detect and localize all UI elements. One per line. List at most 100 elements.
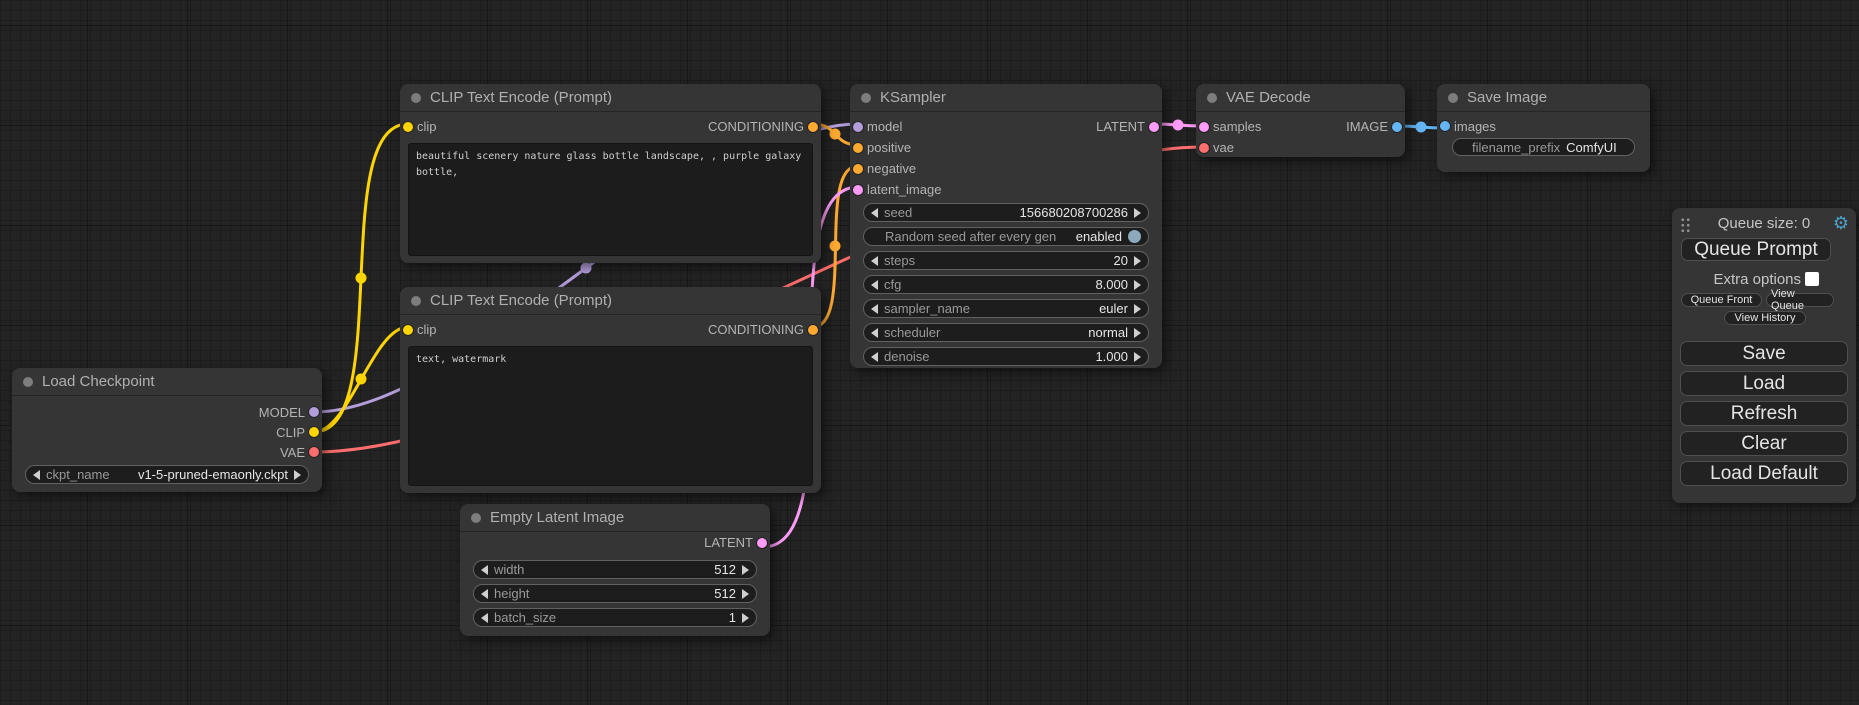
decrement-arrow-icon[interactable] [871, 352, 878, 362]
increment-arrow-icon[interactable] [1134, 280, 1141, 290]
widget-label: filename_prefix [1472, 140, 1560, 155]
queue-front-button[interactable]: Queue Front [1681, 293, 1762, 307]
increment-arrow-icon[interactable] [742, 565, 749, 575]
conditioning-output-port[interactable] [808, 122, 818, 132]
load-button[interactable]: Load [1680, 371, 1848, 396]
latent-image-input-port[interactable] [853, 185, 863, 195]
node-empty-latent-image[interactable]: Empty Latent Image LATENT width 512 heig… [460, 504, 770, 636]
widget-value: euler [1099, 301, 1128, 316]
node-title-bar[interactable]: Load Checkpoint [12, 368, 322, 396]
latent-output-port[interactable] [1149, 122, 1159, 132]
refresh-button[interactable]: Refresh [1680, 401, 1848, 426]
model-output-port[interactable] [309, 407, 319, 417]
model-input-port[interactable] [853, 122, 863, 132]
samples-input-port[interactable] [1199, 122, 1209, 132]
save-button[interactable]: Save [1680, 341, 1848, 366]
widget-value: 512 [714, 586, 736, 601]
clip-output-port[interactable] [309, 427, 319, 437]
node-collapse-dot[interactable] [861, 93, 871, 103]
widget-label: steps [884, 253, 915, 268]
increment-arrow-icon[interactable] [742, 613, 749, 623]
node-title-bar[interactable]: VAE Decode [1196, 84, 1405, 112]
node-title-bar[interactable]: Empty Latent Image [460, 504, 770, 532]
node-collapse-dot[interactable] [471, 513, 481, 523]
node-title-bar[interactable]: CLIP Text Encode (Prompt) [400, 84, 821, 112]
decrement-arrow-icon[interactable] [871, 304, 878, 314]
input-label: positive [867, 140, 911, 155]
node-vae-decode[interactable]: VAE Decode samples IMAGE vae [1196, 84, 1405, 157]
widget-label: width [494, 562, 524, 577]
input-row-vae: vae [1196, 137, 1405, 158]
decrement-arrow-icon[interactable] [481, 565, 488, 575]
widget-label: seed [884, 205, 912, 220]
batch-size-widget[interactable]: batch_size 1 [473, 608, 757, 627]
comfyui-canvas[interactable]: { "app": "ComfyUI node graph", "colors":… [0, 0, 1859, 705]
images-input-port[interactable] [1440, 121, 1450, 131]
increment-arrow-icon[interactable] [1134, 352, 1141, 362]
decrement-arrow-icon[interactable] [481, 613, 488, 623]
decrement-arrow-icon[interactable] [33, 470, 40, 480]
height-widget[interactable]: height 512 [473, 584, 757, 603]
vae-output-port[interactable] [309, 447, 319, 457]
view-queue-button[interactable]: View Queue [1766, 293, 1834, 307]
node-collapse-dot[interactable] [1207, 93, 1217, 103]
width-widget[interactable]: width 512 [473, 560, 757, 579]
cfg-widget[interactable]: cfg 8.000 [863, 275, 1149, 294]
scheduler-widget[interactable]: scheduler normal [863, 323, 1149, 342]
queue-prompt-button[interactable]: Queue Prompt [1681, 238, 1831, 261]
random-seed-toggle[interactable]: Random seed after every gen enabled [863, 227, 1149, 246]
node-load-checkpoint[interactable]: Load Checkpoint MODEL CLIP VAE ckpt_name… [12, 368, 322, 492]
clip-input-port[interactable] [403, 122, 413, 132]
denoise-widget[interactable]: denoise 1.000 [863, 347, 1149, 366]
clear-button[interactable]: Clear [1680, 431, 1848, 456]
output-row-clip: CLIP [12, 422, 322, 442]
latent-output-port[interactable] [757, 538, 767, 548]
node-collapse-dot[interactable] [1448, 93, 1458, 103]
widget-value: 512 [714, 562, 736, 577]
view-history-button[interactable]: View History [1724, 311, 1806, 325]
clip-input-port[interactable] [403, 325, 413, 335]
increment-arrow-icon[interactable] [1134, 328, 1141, 338]
increment-arrow-icon[interactable] [742, 589, 749, 599]
filename-prefix-widget[interactable]: filename_prefix ComfyUI [1452, 138, 1635, 156]
node-collapse-dot[interactable] [411, 93, 421, 103]
conditioning-output-port[interactable] [808, 325, 818, 335]
image-output-port[interactable] [1392, 122, 1402, 132]
decrement-arrow-icon[interactable] [481, 589, 488, 599]
steps-widget[interactable]: steps 20 [863, 251, 1149, 270]
node-collapse-dot[interactable] [23, 377, 33, 387]
toggle-knob[interactable] [1128, 230, 1141, 243]
positive-input-port[interactable] [853, 143, 863, 153]
node-title-bar[interactable]: CLIP Text Encode (Prompt) [400, 287, 821, 315]
decrement-arrow-icon[interactable] [871, 256, 878, 266]
node-clip-text-encode-positive[interactable]: CLIP Text Encode (Prompt) clip CONDITION… [400, 84, 821, 263]
output-label: CONDITIONING [708, 119, 804, 134]
node-save-image[interactable]: Save Image images filename_prefix ComfyU… [1437, 84, 1650, 172]
decrement-arrow-icon[interactable] [871, 328, 878, 338]
seed-widget[interactable]: seed 156680208700286 [863, 203, 1149, 222]
decrement-arrow-icon[interactable] [871, 280, 878, 290]
prompt-text[interactable]: text, watermark [408, 346, 813, 486]
increment-arrow-icon[interactable] [294, 470, 301, 480]
increment-arrow-icon[interactable] [1134, 304, 1141, 314]
extra-options-checkbox[interactable] [1805, 272, 1819, 286]
sampler-name-widget[interactable]: sampler_name euler [863, 299, 1149, 318]
decrement-arrow-icon[interactable] [871, 208, 878, 218]
queue-panel-header: Queue size: 0 ⚙ [1672, 215, 1856, 233]
prompt-text[interactable]: beautiful scenery nature glass bottle la… [408, 143, 813, 256]
vae-input-port[interactable] [1199, 143, 1209, 153]
input-label: samples [1213, 119, 1261, 134]
increment-arrow-icon[interactable] [1134, 256, 1141, 266]
gear-icon[interactable]: ⚙ [1833, 213, 1849, 234]
increment-arrow-icon[interactable] [1134, 208, 1141, 218]
node-title-bar[interactable]: KSampler [850, 84, 1162, 112]
node-ksampler[interactable]: KSampler model LATENT positive negative … [850, 84, 1162, 368]
load-default-button[interactable]: Load Default [1680, 461, 1848, 486]
wire-midpoint-dot [830, 241, 841, 252]
widget-label: sampler_name [884, 301, 970, 316]
negative-input-port[interactable] [853, 164, 863, 174]
ckpt-name-widget[interactable]: ckpt_name v1-5-pruned-emaonly.ckpt [25, 465, 309, 484]
node-title-bar[interactable]: Save Image [1437, 84, 1650, 112]
node-collapse-dot[interactable] [411, 296, 421, 306]
node-clip-text-encode-negative[interactable]: CLIP Text Encode (Prompt) clip CONDITION… [400, 287, 821, 493]
